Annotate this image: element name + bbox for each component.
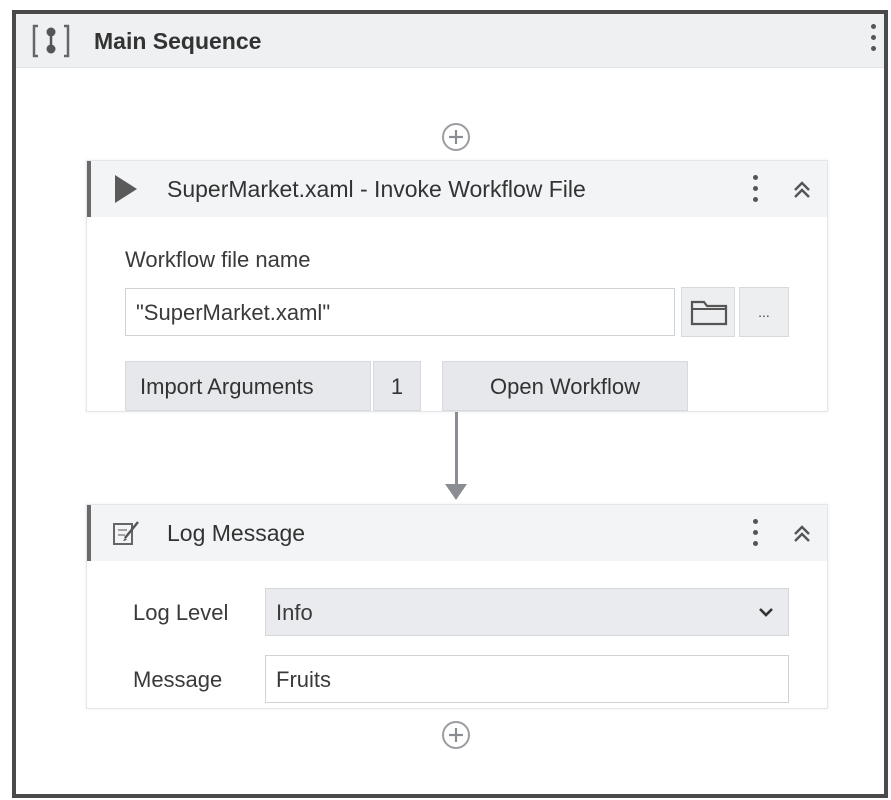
sequence-title: Main Sequence <box>94 28 262 54</box>
log-level-select[interactable]: Info <box>265 588 789 636</box>
message-input[interactable]: Fruits <box>265 655 789 703</box>
collapse-icon[interactable] <box>791 523 813 545</box>
folder-icon <box>690 300 728 326</box>
log-activity-title: Log Message <box>167 520 306 546</box>
log-activity-header[interactable]: Log Message <box>87 505 827 561</box>
connector-arrow-icon <box>445 484 467 500</box>
sequence-header[interactable]: Main Sequence <box>16 14 884 68</box>
collapse-icon[interactable] <box>791 179 813 201</box>
add-activity-bottom-icon[interactable] <box>440 719 472 751</box>
sequence-menu-icon[interactable] <box>869 24 877 54</box>
connector-line <box>455 412 458 488</box>
more-options-button[interactable]: ... <box>739 287 789 337</box>
log-level-value: Info <box>276 600 313 625</box>
message-label: Message <box>133 667 223 692</box>
chevron-down-icon <box>759 608 773 617</box>
browse-folder-button[interactable] <box>681 287 735 337</box>
invoke-activity-header[interactable]: SuperMarket.xaml - Invoke Workflow File <box>87 161 827 217</box>
import-arguments-button[interactable]: Import Arguments <box>125 361 371 411</box>
workflow-file-input[interactable]: "SuperMarket.xaml" <box>125 288 675 336</box>
invoke-activity-menu-icon[interactable] <box>751 175 759 205</box>
log-activity-menu-icon[interactable] <box>751 519 759 549</box>
invoke-workflow-activity[interactable]: SuperMarket.xaml - Invoke Workflow File … <box>86 160 828 412</box>
log-level-label: Log Level <box>133 600 229 625</box>
workflow-file-label: Workflow file name <box>125 247 311 272</box>
invoke-activity-title: SuperMarket.xaml - Invoke Workflow File <box>167 176 586 202</box>
main-sequence-container[interactable]: Main Sequence SuperMarket.xaml - Invoke … <box>12 10 888 798</box>
arguments-count-badge: 1 <box>373 361 421 411</box>
sequence-icon <box>32 24 70 58</box>
open-workflow-button[interactable]: Open Workflow <box>442 361 688 411</box>
add-activity-top-icon[interactable] <box>440 121 472 153</box>
log-message-activity[interactable]: Log Message Log Level Info Message Fruit… <box>86 504 828 709</box>
play-icon <box>115 175 137 203</box>
log-message-icon <box>113 521 139 545</box>
